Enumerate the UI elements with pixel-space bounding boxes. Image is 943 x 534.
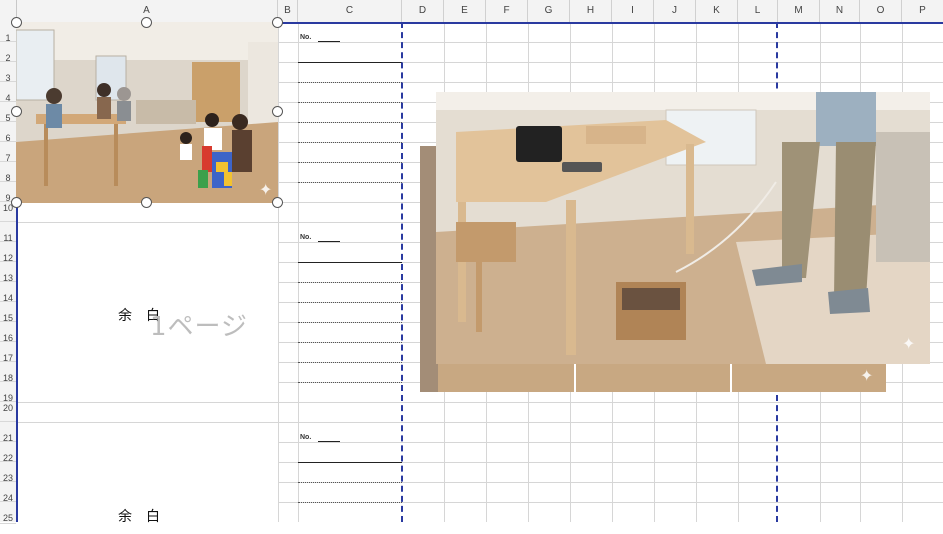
column-header-c[interactable]: C	[298, 0, 402, 22]
page-number-watermark: 1ページ	[150, 312, 249, 342]
form-dotted-line	[298, 362, 402, 363]
column-header-l[interactable]: L	[738, 0, 778, 22]
form-dotted-line	[298, 502, 402, 503]
number-label: No.	[300, 434, 312, 441]
row-header[interactable]: 24	[0, 482, 16, 503]
gridline	[16, 402, 943, 403]
gridline	[278, 442, 943, 443]
row-header[interactable]: 13	[0, 262, 16, 283]
column-header-o[interactable]: O	[860, 0, 902, 22]
form-dotted-line	[298, 322, 402, 323]
form-line	[298, 62, 402, 63]
row-header[interactable]: 3	[0, 62, 16, 83]
row-header[interactable]: 15	[0, 302, 16, 323]
number-label: No.	[300, 34, 312, 41]
form-dotted-line	[298, 182, 402, 183]
gridline	[278, 22, 279, 522]
resize-handle[interactable]	[141, 17, 152, 28]
margin-text: 余 白	[118, 509, 160, 525]
row-header[interactable]: 20	[0, 402, 16, 422]
row-header[interactable]: 19	[0, 382, 16, 403]
row-header[interactable]: 12	[0, 242, 16, 263]
column-header-d[interactable]: D	[402, 0, 444, 22]
form-dotted-line	[298, 142, 402, 143]
row-header[interactable]: 2	[0, 42, 16, 63]
row-header[interactable]: 18	[0, 362, 16, 383]
row-header[interactable]: 17	[0, 342, 16, 363]
form-dotted-line	[298, 122, 402, 123]
gridline	[298, 22, 299, 522]
column-header-h[interactable]: H	[570, 0, 612, 22]
row-header[interactable]: 21	[0, 422, 16, 443]
page-break-vertical	[401, 22, 403, 522]
row-header[interactable]: 8	[0, 162, 16, 183]
resize-handle[interactable]	[11, 17, 22, 28]
row-header[interactable]: 22	[0, 442, 16, 463]
form-dotted-line	[298, 482, 402, 483]
resize-handle[interactable]	[141, 197, 152, 208]
form-dotted-line	[298, 162, 402, 163]
row-header[interactable]: 23	[0, 462, 16, 483]
photo-illustration	[16, 22, 278, 203]
resize-handle[interactable]	[272, 197, 283, 208]
gridline	[278, 42, 943, 43]
number-label: No.	[300, 234, 312, 241]
row-header[interactable]: 25	[0, 502, 16, 524]
resize-handle[interactable]	[272, 106, 283, 117]
row-header[interactable]: 16	[0, 322, 16, 343]
column-header-p[interactable]: P	[902, 0, 943, 22]
sparkle-icon: ✦	[259, 182, 273, 199]
form-dotted-line	[298, 82, 402, 83]
column-header-e[interactable]: E	[444, 0, 486, 22]
sparkle-icon: ✦	[860, 368, 874, 385]
row-header[interactable]: 4	[0, 82, 16, 103]
column-header-n[interactable]: N	[820, 0, 860, 22]
form-line	[298, 262, 402, 263]
form-dotted-line	[298, 102, 402, 103]
dining-table-photo[interactable]: ✦	[436, 92, 930, 364]
column-header-m[interactable]: M	[778, 0, 820, 22]
resize-handle[interactable]	[11, 197, 22, 208]
column-header-f[interactable]: F	[486, 0, 528, 22]
form-dotted-line	[298, 282, 402, 283]
column-header-g[interactable]: G	[528, 0, 570, 22]
column-header-k[interactable]: K	[696, 0, 738, 22]
gridline	[16, 422, 943, 423]
column-header-i[interactable]: I	[612, 0, 654, 22]
column-header-j[interactable]: J	[654, 0, 696, 22]
row-header-bar: 1 2 3 4 5 6 7 8 9 10 11 12 13 14 15 16 1…	[0, 22, 17, 524]
sparkle-icon: ✦	[902, 336, 916, 353]
resize-handle[interactable]	[11, 106, 22, 117]
form-dotted-line	[298, 382, 402, 383]
form-dotted-line	[298, 302, 402, 303]
row-header[interactable]: 11	[0, 222, 16, 243]
form-dotted-line	[298, 342, 402, 343]
number-underline	[318, 41, 340, 42]
family-living-room-photo[interactable]: ✦	[16, 22, 278, 203]
row-header[interactable]: 7	[0, 142, 16, 163]
form-line	[298, 462, 402, 463]
number-underline	[318, 441, 340, 442]
row-header[interactable]: 6	[0, 122, 16, 143]
resize-handle[interactable]	[272, 17, 283, 28]
row-header[interactable]: 14	[0, 282, 16, 303]
number-underline	[318, 241, 340, 242]
photo-illustration	[436, 92, 930, 364]
